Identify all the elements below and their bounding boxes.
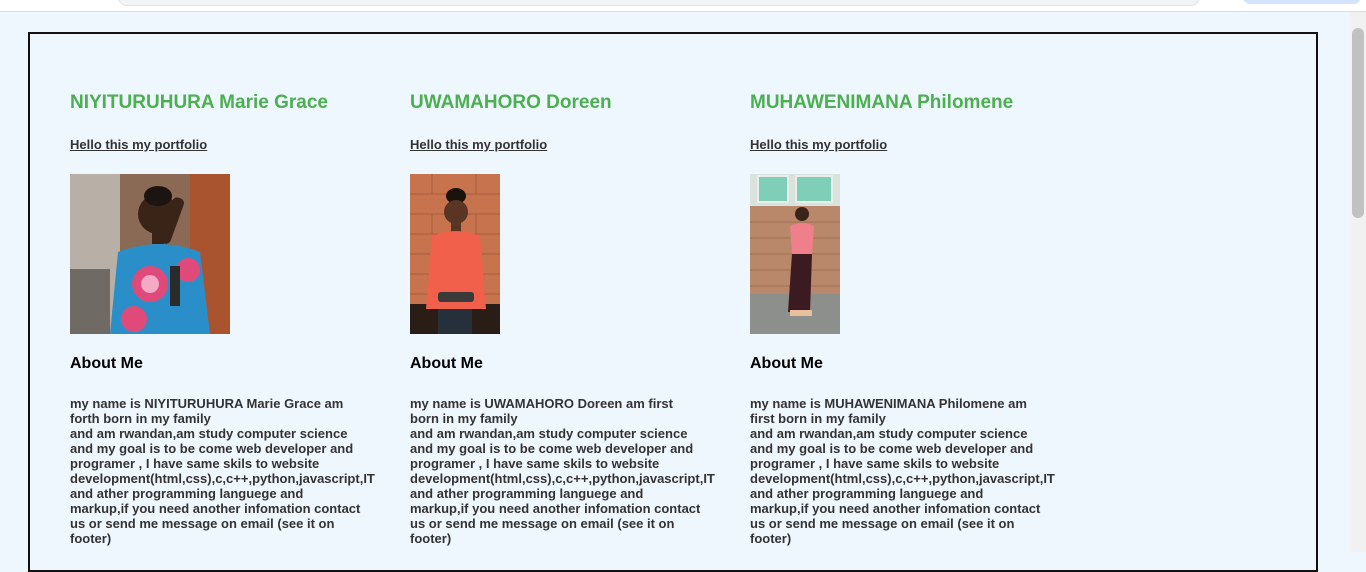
bio-line: and my goal is to be come web developer …: [410, 441, 694, 456]
bio-line: and ather programming languege and: [410, 486, 644, 501]
about-heading: About Me: [70, 355, 143, 372]
profile-photo: [410, 174, 500, 334]
bio-line: and ather programming languege and: [70, 486, 304, 501]
browser-toolbar: [0, 0, 1366, 12]
bio-line: footer): [70, 531, 112, 546]
scrollbar-thumb[interactable]: [1352, 28, 1364, 218]
bio-line: markup,if you need another infomation co…: [410, 501, 701, 516]
bio-line: born in my family: [410, 411, 518, 426]
portfolio-link[interactable]: Hello this my portfolio: [70, 137, 207, 152]
bio-line: programer , I have same skils to website: [750, 456, 1000, 471]
bio-line: programer , I have same skils to website: [410, 456, 660, 471]
profile-name: UWAMAHORO Doreen: [410, 92, 612, 113]
bio-text: my name is MUHAWENIMANA Philomene am fir…: [750, 396, 1065, 546]
profile-name: MUHAWENIMANA Philomene: [750, 92, 1014, 113]
bio-line: my name is UWAMAHORO Doreen am first: [410, 396, 673, 411]
portfolio-link[interactable]: Hello this my portfolio: [410, 137, 547, 152]
bio-line: and am rwandan,am study computer science: [410, 426, 688, 441]
bio-line: my name is MUHAWENIMANA Philomene am: [750, 396, 1027, 411]
bio-line: and am rwandan,am study computer science: [70, 426, 348, 441]
profile-photo: [750, 174, 840, 334]
bio-line: forth born in my family: [70, 411, 211, 426]
profile-name: NIYITURUHURA Marie Grace: [70, 92, 328, 113]
bio-line: footer): [750, 531, 792, 546]
address-bar[interactable]: [118, 0, 1200, 6]
bio-line: markup,if you need another infomation co…: [750, 501, 1041, 516]
bio-text: my name is NIYITURUHURA Marie Grace am f…: [70, 396, 385, 546]
browser-action-button[interactable]: [1242, 0, 1362, 4]
vertical-scrollbar[interactable]: [1350, 12, 1366, 552]
bio-line: and am rwandan,am study computer science: [750, 426, 1028, 441]
bio-line: us or send me message on email (see it o…: [410, 516, 675, 531]
portfolio-link[interactable]: Hello this my portfolio: [750, 137, 887, 152]
about-heading: About Me: [750, 355, 823, 372]
profile-photo: [70, 174, 230, 334]
bio-line: markup,if you need another infomation co…: [70, 501, 361, 516]
bio-line: development(html,css),c,c++,python,javas…: [410, 471, 715, 486]
bio-line: my name is NIYITURUHURA Marie Grace am: [70, 396, 344, 411]
about-heading: About Me: [410, 355, 483, 372]
bio-line: us or send me message on email (see it o…: [750, 516, 1015, 531]
bio-text: my name is UWAMAHORO Doreen am first bor…: [410, 396, 725, 546]
bio-line: development(html,css),c,c++,python,javas…: [750, 471, 1055, 486]
bio-line: programer , I have same skils to website: [70, 456, 320, 471]
bio-line: and ather programming languege and: [750, 486, 984, 501]
bio-line: and my goal is to be come web developer …: [70, 441, 354, 456]
bio-line: footer): [410, 531, 452, 546]
bio-line: us or send me message on email (see it o…: [70, 516, 335, 531]
bio-line: development(html,css),c,c++,python,javas…: [70, 471, 375, 486]
bio-line: and my goal is to be come web developer …: [750, 441, 1034, 456]
bio-line: first born in my family: [750, 411, 886, 426]
